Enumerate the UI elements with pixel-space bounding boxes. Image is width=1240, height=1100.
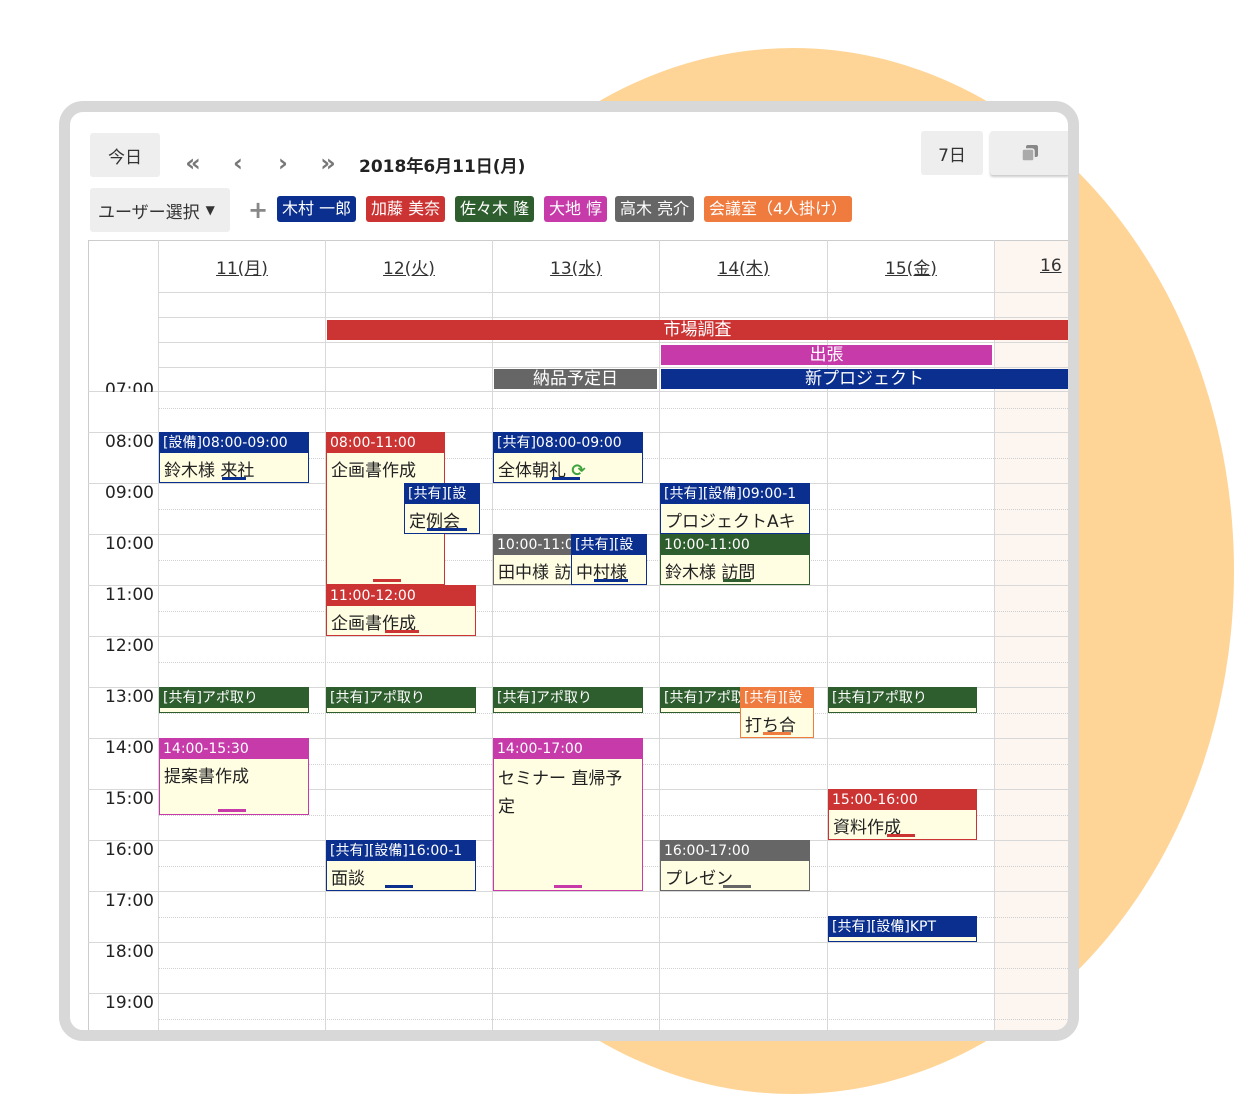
time-label-0800: 08:00	[105, 432, 154, 452]
event-project-a-thu[interactable]: [共有][設備]09:00-1 プロジェクトAキ	[660, 483, 810, 534]
today-button[interactable]: 今日	[90, 133, 160, 177]
event-time: 14:00-15:30	[160, 739, 308, 759]
event-suzuki-visit-mon[interactable]: [設備]08:00-09:00 鈴木様 来社	[159, 432, 309, 483]
event-seminar-wed[interactable]: 14:00-17:00 セミナー 直帰予定	[493, 738, 643, 891]
event-title: [共有]アポ取り	[494, 688, 642, 708]
user-tag-sasaki[interactable]: 佐々木 隆	[455, 196, 535, 222]
time-label-1700: 17:00	[105, 891, 154, 911]
day-header-wed[interactable]: 13(水)	[493, 240, 659, 292]
event-time: [共有]08:00-09:00	[494, 433, 642, 453]
day-header-thu[interactable]: 14(木)	[660, 240, 827, 292]
time-label-1400: 14:00	[105, 738, 154, 758]
event-time: [共有][設備]09:00-1	[661, 484, 809, 504]
event-appointment-tue[interactable]: [共有]アポ取り	[326, 687, 476, 713]
event-appointment-fri[interactable]: [共有]アポ取り	[828, 687, 977, 713]
next-icon[interactable]: ›	[270, 150, 296, 176]
event-title: セミナー 直帰予定	[498, 769, 623, 817]
day-header-tue[interactable]: 12(火)	[326, 240, 492, 292]
event-appointment-mon[interactable]: [共有]アポ取り	[159, 687, 309, 713]
day-header-fri[interactable]: 15(金)	[828, 240, 994, 292]
time-label-1500: 15:00	[105, 789, 154, 809]
user-tag-meeting-room[interactable]: 会議室（4人掛け）	[704, 196, 853, 222]
day-header-mon[interactable]: 11(月)	[159, 240, 325, 292]
last-page-icon[interactable]: »	[315, 150, 341, 176]
chevron-down-icon: ▼	[205, 203, 215, 217]
user-select-label: ユーザー選択	[98, 202, 200, 223]
event-title: 企画書作成	[331, 461, 416, 481]
event-time: 10:00-11:0	[494, 535, 574, 555]
event-title: [共有][設備]KPT	[829, 917, 976, 937]
calendar-screen: 今日 « ‹ › » 2018年6月11日(月) 7日 ユーザー選択 ▼ + 木…	[70, 112, 1068, 1030]
event-title: 田中様 訪	[498, 563, 572, 583]
event-regular-meeting-tue[interactable]: [共有][設 定例会	[404, 483, 480, 534]
range-7days-button[interactable]: 7日	[921, 131, 983, 175]
event-title: [共有]アポ取り	[327, 688, 475, 708]
user-tag-takagi[interactable]: 高木 亮介	[615, 196, 695, 222]
add-icon[interactable]: +	[248, 198, 268, 222]
event-tanaka-visit-wed[interactable]: 10:00-11:0 田中様 訪	[493, 534, 575, 585]
time-label-1800: 18:00	[105, 942, 154, 962]
time-label-1900: 19:00	[105, 993, 154, 1013]
event-time: 11:00-12:00	[327, 586, 475, 606]
event-nakamura-wed[interactable]: [共有][設 中村様	[571, 534, 647, 585]
event-time: 16:00-17:00	[661, 841, 809, 861]
event-presentation-thu[interactable]: 16:00-17:00 プレゼン	[660, 840, 810, 891]
event-title: [共有]アポ取り	[160, 688, 308, 708]
user-tag-kimura[interactable]: 木村 一郎	[277, 196, 357, 222]
event-morning-meeting-wed[interactable]: [共有]08:00-09:00 全体朝礼 ⟳	[493, 432, 643, 483]
event-meeting-thu[interactable]: [共有][設 打ち合	[740, 687, 814, 738]
user-select-dropdown[interactable]: ユーザー選択 ▼	[90, 188, 230, 232]
first-page-icon[interactable]: «	[180, 150, 206, 176]
event-time: [共有][設	[572, 535, 646, 555]
event-title: プロジェクトAキ	[665, 512, 796, 532]
allday-market-research[interactable]: 市場調査	[327, 320, 1068, 340]
time-label-1300: 13:00	[105, 687, 154, 707]
user-tag-daichi[interactable]: 大地 惇	[544, 196, 608, 222]
time-label-1200: 12:00	[105, 636, 154, 656]
device-frame: 今日 « ‹ › » 2018年6月11日(月) 7日 ユーザー選択 ▼ + 木…	[59, 101, 1079, 1041]
event-proposal-doc-mon[interactable]: 14:00-15:30 提案書作成	[159, 738, 309, 815]
event-time: [共有][設	[405, 484, 479, 504]
time-label-0900: 09:00	[105, 483, 154, 503]
event-suzuki-visit-thu[interactable]: 10:00-11:00 鈴木様 訪問	[660, 534, 810, 585]
event-title: [共有]アポ取り	[829, 688, 976, 708]
user-tag-kato[interactable]: 加藤 美奈	[366, 196, 446, 222]
event-appointment-thu[interactable]: [共有]アポ取	[660, 687, 742, 713]
event-time: 15:00-16:00	[829, 790, 976, 810]
time-label-1600: 16:00	[105, 840, 154, 860]
event-interview-tue[interactable]: [共有][設備]16:00-1 面談	[326, 840, 476, 891]
prev-icon[interactable]: ‹	[225, 150, 251, 176]
event-time: 08:00-11:00	[327, 433, 444, 453]
event-materials-fri[interactable]: 15:00-16:00 資料作成	[828, 789, 977, 840]
allday-business-trip[interactable]: 出張	[661, 345, 992, 365]
current-date-title: 2018年6月11日(月)	[359, 157, 526, 177]
allday-new-project[interactable]: 新プロジェクト	[661, 369, 1068, 389]
time-label-1100: 11:00	[105, 585, 154, 605]
event-time: [設備]08:00-09:00	[160, 433, 308, 453]
copy-view-button[interactable]	[990, 131, 1068, 175]
event-appointment-wed[interactable]: [共有]アポ取り	[493, 687, 643, 713]
event-title: 提案書作成	[164, 767, 249, 787]
time-label-0700: 07:00	[105, 380, 154, 392]
event-time: [共有][設備]16:00-1	[327, 841, 475, 861]
event-planning-doc-2-tue[interactable]: 11:00-12:00 企画書作成	[326, 585, 476, 636]
day-header-sat[interactable]: 16	[1040, 240, 1068, 292]
time-label-1000: 10:00	[105, 534, 154, 554]
event-time: 14:00-17:00	[494, 739, 642, 759]
event-title: [共有]アポ取	[661, 688, 741, 708]
event-kpt-fri[interactable]: [共有][設備]KPT	[828, 916, 977, 942]
event-time: 10:00-11:00	[661, 535, 809, 555]
event-time: [共有][設	[741, 688, 813, 708]
allday-delivery-date[interactable]: 納品予定日	[494, 369, 657, 389]
copy-icon	[1021, 145, 1038, 162]
